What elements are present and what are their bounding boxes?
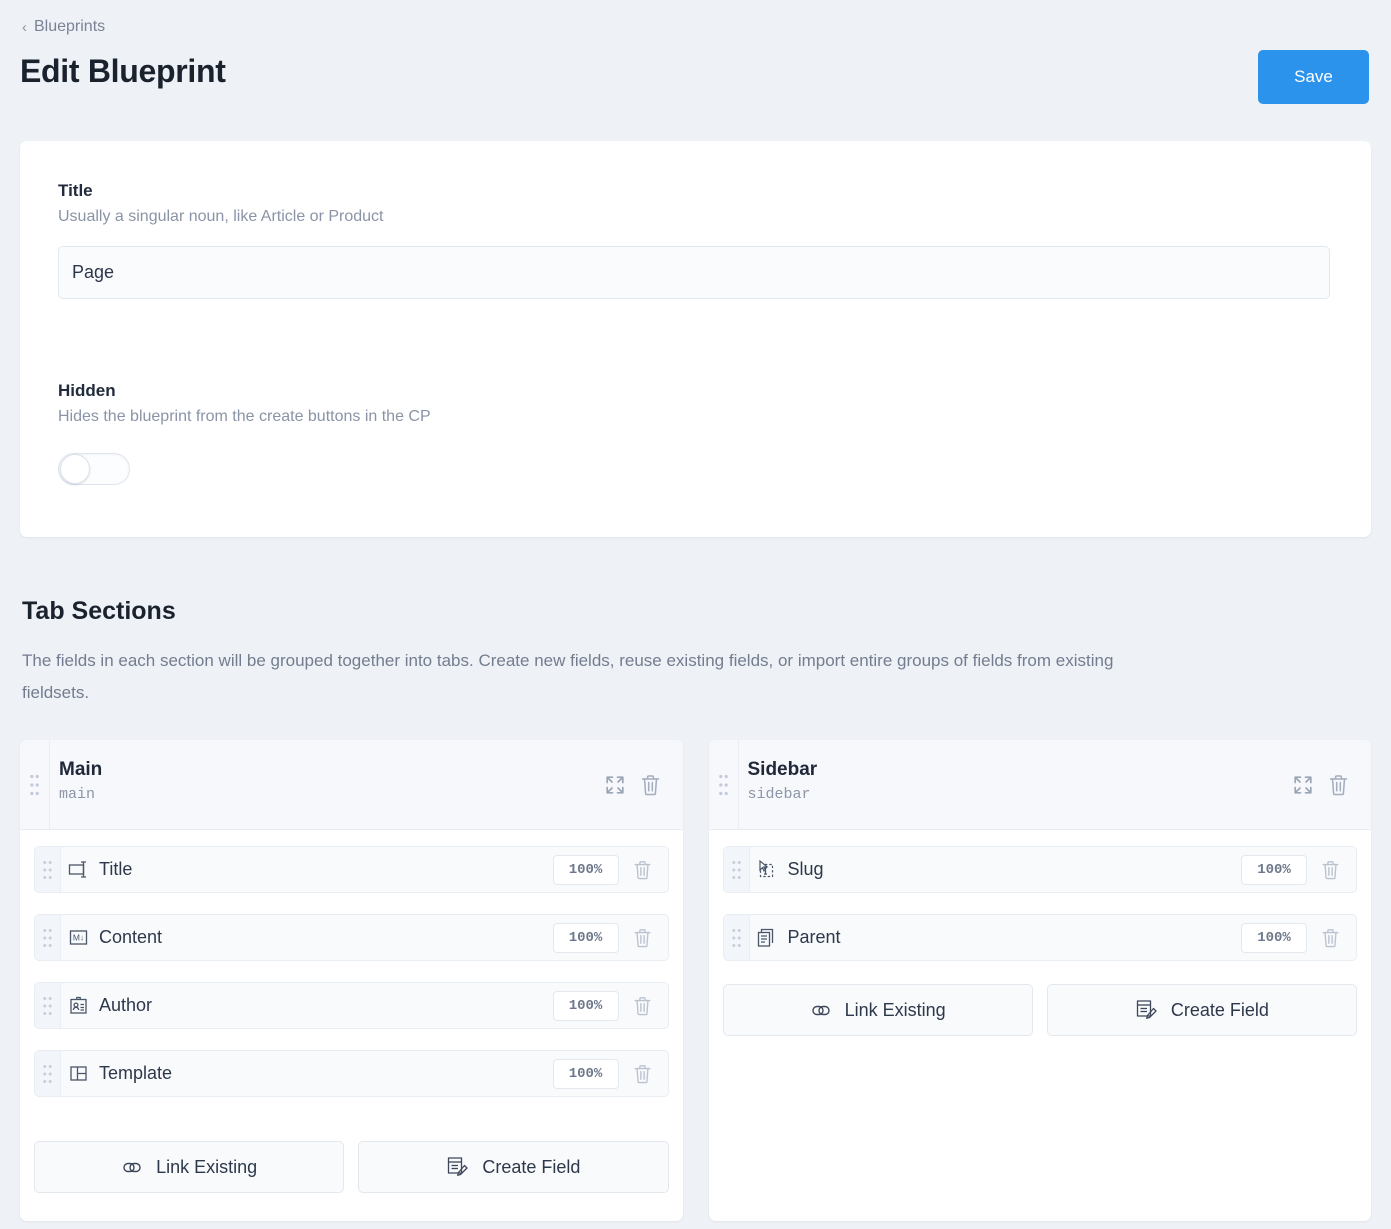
section-fields-main: Title 100% xyxy=(20,830,683,1139)
title-field-group: Title Usually a singular noun, like Arti… xyxy=(58,181,1330,299)
field-label: Parent xyxy=(784,915,1242,960)
expand-icon[interactable] xyxy=(604,774,626,796)
markdown-icon: M↓ xyxy=(61,915,95,960)
section-title-main: Main xyxy=(59,758,604,782)
svg-text:M↓: M↓ xyxy=(72,933,83,943)
field-delete-icon[interactable] xyxy=(633,847,668,892)
field-width-badge[interactable]: 100% xyxy=(553,991,619,1021)
section-identity-main: Main main xyxy=(50,740,604,829)
link-icon xyxy=(810,1003,832,1018)
id-badge-icon xyxy=(61,983,95,1028)
section-fields-sidebar: Slug 100% xyxy=(709,830,1372,982)
breadcrumb[interactable]: ‹ Blueprints xyxy=(22,18,105,36)
section-drag-handle-sidebar[interactable] xyxy=(709,740,739,829)
link-existing-button[interactable]: Link Existing xyxy=(34,1141,344,1193)
field-delete-icon[interactable] xyxy=(1321,915,1356,960)
text-select-icon xyxy=(750,847,784,892)
section-identity-sidebar: Sidebar sidebar xyxy=(739,740,1293,829)
field-drag-handle[interactable] xyxy=(35,915,61,960)
section-title-sidebar: Sidebar xyxy=(748,758,1293,782)
title-input[interactable] xyxy=(58,246,1330,299)
field-width-badge[interactable]: 100% xyxy=(1241,855,1307,885)
field-row[interactable]: M↓ Content 100% xyxy=(34,914,669,961)
edit-blueprint-page: ‹ Blueprints Edit Blueprint Save Title U… xyxy=(0,0,1391,1229)
section-header-main: Main main xyxy=(20,740,683,830)
field-label: Author xyxy=(95,983,553,1028)
link-existing-button[interactable]: Link Existing xyxy=(723,984,1033,1036)
breadcrumb-link-blueprints[interactable]: Blueprints xyxy=(34,18,105,36)
create-field-icon xyxy=(446,1156,469,1179)
field-delete-icon[interactable] xyxy=(633,983,668,1028)
tab-sections-container: Main main xyxy=(20,740,1371,1221)
field-drag-handle[interactable] xyxy=(724,847,750,892)
hidden-field-help: Hides the blueprint from the create butt… xyxy=(58,408,431,426)
section-drag-handle-main[interactable] xyxy=(20,740,50,829)
section-actions-main xyxy=(604,740,683,829)
field-row[interactable]: Parent 100% xyxy=(723,914,1358,961)
section-header-sidebar: Sidebar sidebar xyxy=(709,740,1372,830)
field-row[interactable]: Slug 100% xyxy=(723,846,1358,893)
section-actions-sidebar xyxy=(1292,740,1371,829)
page-title: Edit Blueprint xyxy=(20,53,226,90)
expand-icon[interactable] xyxy=(1292,774,1314,796)
hidden-field-group: Hidden Hides the blueprint from the crea… xyxy=(58,381,431,485)
tab-sections-description: The fields in each section will be group… xyxy=(22,645,1182,709)
save-button[interactable]: Save xyxy=(1258,50,1369,104)
trash-icon[interactable] xyxy=(640,774,661,796)
chevron-left-icon: ‹ xyxy=(22,20,27,35)
field-row[interactable]: Author 100% xyxy=(34,982,669,1029)
section-buttons-main: Link Existing Create Field xyxy=(20,1141,683,1193)
field-width-badge[interactable]: 100% xyxy=(553,855,619,885)
field-width-badge[interactable]: 100% xyxy=(553,923,619,953)
documents-icon xyxy=(750,915,784,960)
create-field-button[interactable]: Create Field xyxy=(1047,984,1357,1036)
field-label: Title xyxy=(95,847,553,892)
link-existing-label: Link Existing xyxy=(845,1000,946,1021)
field-drag-handle[interactable] xyxy=(35,1051,61,1096)
tab-sections-heading: Tab Sections xyxy=(22,597,176,626)
field-drag-handle[interactable] xyxy=(35,847,61,892)
title-field-label: Title xyxy=(58,181,1330,201)
create-field-label: Create Field xyxy=(1171,1000,1269,1021)
section-handle-sidebar: sidebar xyxy=(748,786,1293,803)
hidden-toggle[interactable] xyxy=(58,453,130,485)
trash-icon[interactable] xyxy=(1328,774,1349,796)
title-field-help: Usually a singular noun, like Article or… xyxy=(58,208,1330,226)
field-label: Template xyxy=(95,1051,553,1096)
section-handle-main: main xyxy=(59,786,604,803)
create-field-label: Create Field xyxy=(482,1157,580,1178)
field-drag-handle[interactable] xyxy=(724,915,750,960)
tab-section-main: Main main xyxy=(20,740,683,1221)
create-field-icon xyxy=(1135,999,1158,1022)
toggle-knob xyxy=(60,454,90,484)
link-icon xyxy=(121,1160,143,1175)
blueprint-settings-card: Title Usually a singular noun, like Arti… xyxy=(20,141,1371,537)
section-buttons-sidebar: Link Existing Create Field xyxy=(709,984,1372,1036)
link-existing-label: Link Existing xyxy=(156,1157,257,1178)
hidden-field-label: Hidden xyxy=(58,381,431,401)
tab-section-sidebar: Sidebar sidebar xyxy=(709,740,1372,1221)
field-row[interactable]: Template 100% xyxy=(34,1050,669,1097)
text-input-icon xyxy=(61,847,95,892)
field-drag-handle[interactable] xyxy=(35,983,61,1028)
field-delete-icon[interactable] xyxy=(633,1051,668,1096)
field-delete-icon[interactable] xyxy=(633,915,668,960)
field-delete-icon[interactable] xyxy=(1321,847,1356,892)
field-label: Slug xyxy=(784,847,1242,892)
field-row[interactable]: Title 100% xyxy=(34,846,669,893)
field-width-badge[interactable]: 100% xyxy=(1241,923,1307,953)
layout-icon xyxy=(61,1051,95,1096)
create-field-button[interactable]: Create Field xyxy=(358,1141,668,1193)
field-label: Content xyxy=(95,915,553,960)
field-width-badge[interactable]: 100% xyxy=(553,1059,619,1089)
